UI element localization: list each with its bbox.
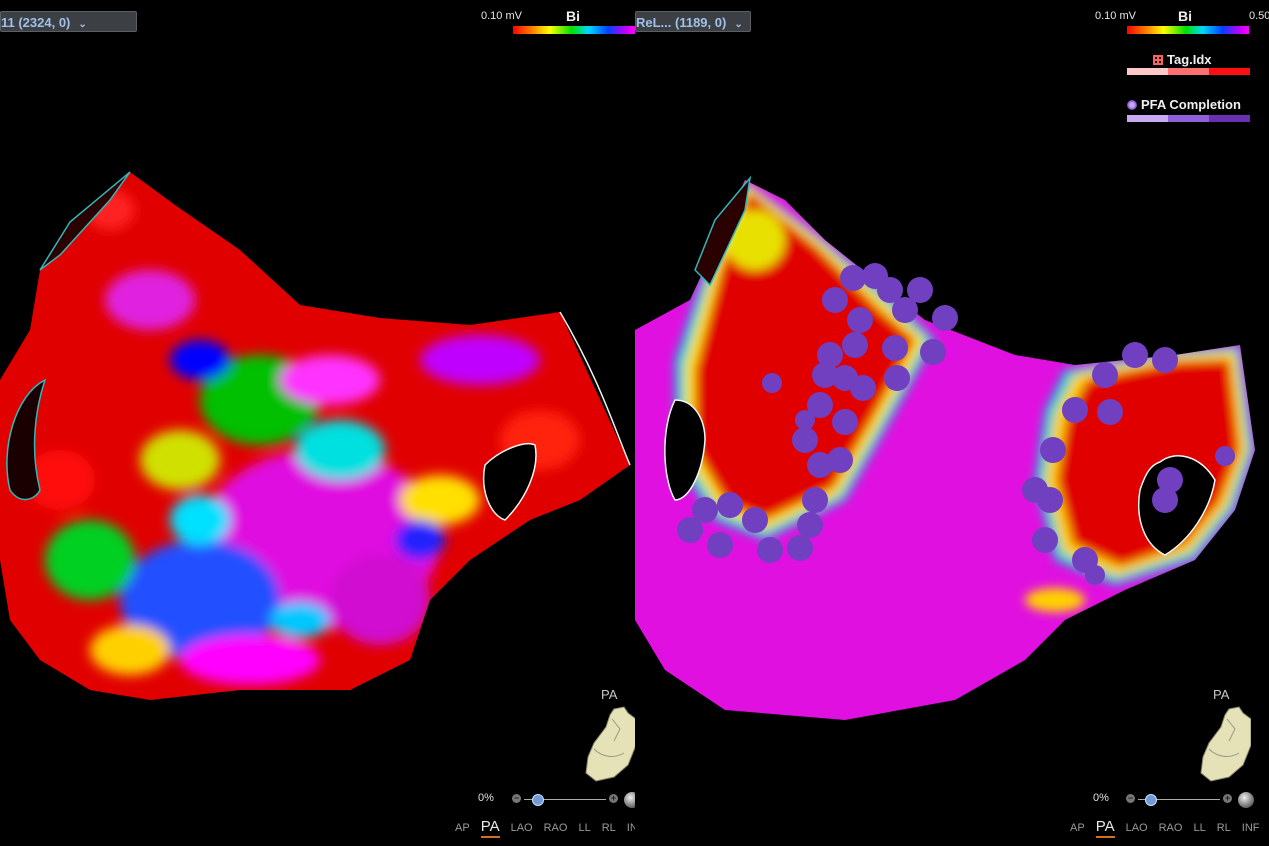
view-ap-button[interactable]: AP [1070,822,1085,834]
zoom-in-button[interactable]: + [1223,794,1232,803]
left-voltage-map[interactable] [0,0,635,846]
view-lao-button[interactable]: LAO [1126,822,1148,834]
pfa-sphere-icon [1127,100,1137,110]
tag-index-label: Tag.Idx [1167,52,1212,67]
map-selector[interactable]: 11 (2324, 0) ⌄ [0,11,137,32]
view-rl-button[interactable]: RL [602,822,616,834]
heart-orientation-icon[interactable] [1199,705,1251,783]
map-selector[interactable]: ReL... (1189, 0) ⌄ [635,11,751,32]
zoom-in-button[interactable]: + [609,794,618,803]
view-ll-button[interactable]: LL [578,822,590,834]
orientation-label: PA [601,687,618,702]
voltage-max-label: 0.50 [1249,10,1269,22]
voltage-legend-title: Bi [566,8,580,24]
view-rao-button[interactable]: RAO [1159,822,1183,834]
left-map-viewport[interactable]: 11 (2324, 0) ⌄ 0.10 mV Bi PA 0% − + AP PA L… [0,0,635,846]
view-ll-button[interactable]: LL [1193,822,1205,834]
tag-grid-icon [1153,55,1163,65]
view-lao-button[interactable]: LAO [511,822,533,834]
chevron-down-icon: ⌄ [78,19,87,30]
zoom-slider-thumb[interactable] [1145,794,1157,806]
voltage-legend-title: Bi [1178,8,1192,24]
view-pa-button[interactable]: PA [1095,818,1115,838]
view-pa-button[interactable]: PA [480,818,500,838]
right-voltage-map[interactable] [635,0,1269,846]
view-ap-button[interactable]: AP [455,822,470,834]
pfa-completion-color-bar [1127,115,1250,122]
heart-orientation-icon[interactable] [584,705,635,783]
reset-view-icon[interactable] [1238,792,1254,808]
zoom-control: 0% − + [478,792,635,808]
zoom-percent: 0% [478,792,494,804]
tag-index-color-bar [1127,68,1250,75]
chevron-down-icon: ⌄ [734,19,743,30]
zoom-out-button[interactable]: − [1126,794,1135,803]
zoom-out-button[interactable]: − [512,794,521,803]
right-map-viewport[interactable]: ReL... (1189, 0) ⌄ 0.10 mV Bi 0.50 Tag.Id… [635,0,1269,846]
reset-view-icon[interactable] [624,792,635,808]
voltage-min-label: 0.10 mV [1095,10,1136,22]
view-presets: AP PA LAO RAO LL RL INF [455,818,635,838]
view-presets: APPALAORAOLLRLINFSU [1070,818,1269,838]
voltage-color-bar[interactable] [513,26,635,34]
view-rao-button[interactable]: RAO [544,822,568,834]
pfa-completion-legend[interactable]: PFA Completion [1127,97,1241,112]
map-selector-label: ReL... (1189, 0) [636,15,727,30]
pfa-completion-label: PFA Completion [1141,97,1241,112]
voltage-min-label: 0.10 mV [481,10,522,22]
view-inf-button[interactable]: INF [1242,822,1260,834]
orientation-label: PA [1213,687,1230,702]
tag-index-legend[interactable]: Tag.Idx [1153,52,1212,67]
zoom-percent: 0% [1093,792,1109,804]
zoom-control: 0% − + [1093,792,1254,808]
voltage-color-bar[interactable] [1127,26,1249,34]
view-rl-button[interactable]: RL [1217,822,1231,834]
map-selector-label: 11 (2324, 0) [1,15,71,30]
zoom-slider-thumb[interactable] [532,794,544,806]
view-inf-button[interactable]: INF [627,822,635,834]
